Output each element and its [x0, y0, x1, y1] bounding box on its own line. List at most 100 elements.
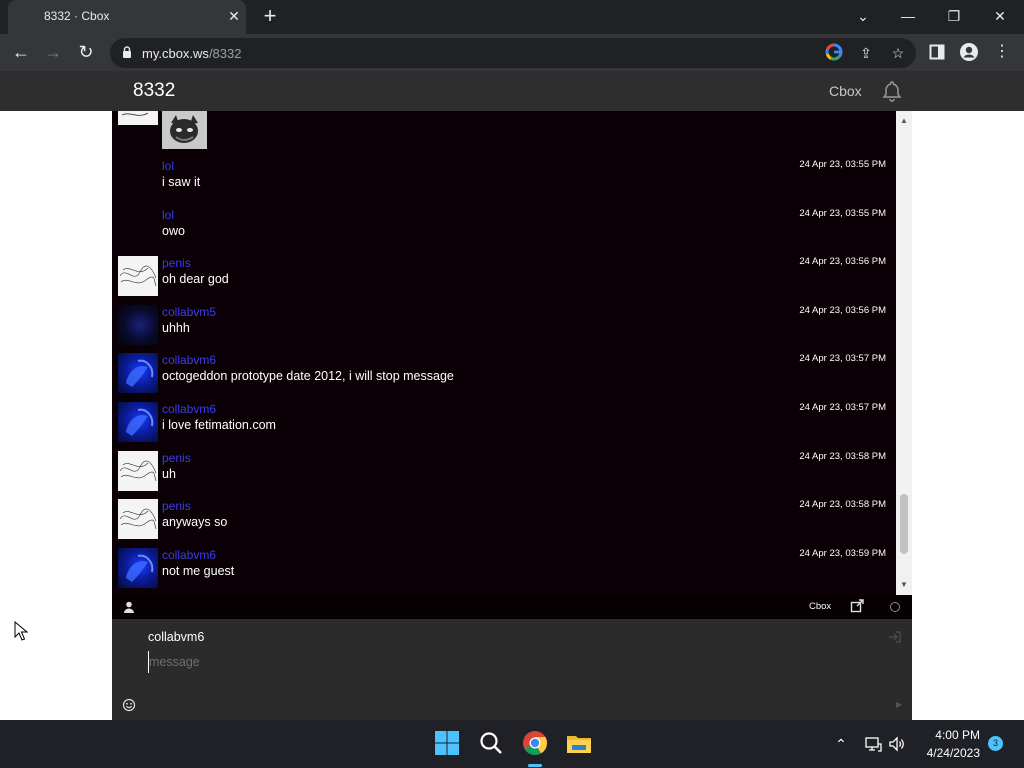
side-panel-icon[interactable]: [925, 40, 949, 64]
chat-message: collabvm6 octogeddon prototype date 2012,…: [112, 351, 896, 397]
message-timestamp: 24 Apr 23, 03:56 PM: [799, 305, 886, 316]
message-text: uh: [162, 467, 176, 481]
lock-icon: [123, 46, 131, 58]
message-username[interactable]: collabvm5: [162, 305, 216, 319]
reload-icon[interactable]: ↻: [73, 39, 99, 65]
message-timestamp: 24 Apr 23, 03:58 PM: [799, 499, 886, 510]
chat-scrollbar[interactable]: ▲ ▼: [896, 111, 912, 595]
message-username[interactable]: collabvm6: [162, 402, 216, 416]
minimize-icon[interactable]: —: [896, 4, 920, 28]
user-avatar[interactable]: [118, 499, 158, 539]
user-avatar[interactable]: [118, 402, 158, 442]
message-username[interactable]: penis: [162, 256, 191, 270]
message-username[interactable]: penis: [162, 451, 191, 465]
volume-icon[interactable]: [887, 734, 907, 754]
message-timestamp: 24 Apr 23, 03:58 PM: [799, 451, 886, 462]
message-text: anyways so: [162, 515, 228, 529]
search-icon[interactable]: [476, 728, 506, 758]
previous-message-avatar: [118, 111, 158, 125]
room-title: 8332: [133, 80, 176, 101]
send-arrow-icon[interactable]: ▶: [894, 700, 904, 710]
chat-message: penis uh 24 Apr 23, 03:58 PM: [112, 449, 896, 495]
message-text: owo: [162, 224, 185, 238]
chrome-icon[interactable]: [520, 728, 550, 758]
popout-icon[interactable]: [850, 599, 864, 613]
browser-toolbar: ← → ↻ my.cbox.ws/8332 ⇪ ☆ ⋮: [0, 34, 1024, 71]
compose-area: collabvm6 ▶: [112, 619, 912, 720]
bell-icon[interactable]: [880, 79, 904, 103]
clock-time[interactable]: 4:00 PM: [918, 728, 980, 742]
back-arrow-icon[interactable]: ←: [8, 39, 34, 65]
chat-message: lol owo 24 Apr 23, 03:55 PM: [112, 206, 896, 252]
menu-kebab-icon[interactable]: ⋮: [990, 40, 1014, 64]
message-text: i saw it: [162, 175, 201, 189]
restore-icon[interactable]: ❐: [942, 4, 966, 28]
message-timestamp: 24 Apr 23, 03:57 PM: [799, 353, 886, 364]
user-avatar[interactable]: [118, 353, 158, 393]
url-text: my.cbox.ws/8332: [142, 46, 242, 61]
message-text: octogeddon prototype date 2012, i will s…: [162, 369, 454, 383]
message-text: i love fetimation.com: [162, 418, 276, 432]
cbox-footer-link[interactable]: Cbox: [809, 601, 831, 612]
active-app-indicator: [528, 764, 542, 767]
tab-search-chevron-icon[interactable]: ⌄: [851, 4, 875, 28]
bookmark-star-icon[interactable]: ☆: [888, 43, 908, 63]
scroll-thumb[interactable]: [900, 494, 908, 554]
browser-tab-strip: 8332 · Cbox ✕ + ⌄ — ❐ ✕: [0, 0, 1024, 34]
forward-arrow-icon[interactable]: →: [40, 39, 66, 65]
address-bar[interactable]: my.cbox.ws/8332 ⇪ ☆: [110, 38, 916, 68]
scroll-down-arrow-icon[interactable]: ▼: [896, 577, 912, 593]
chat-footer: Cbox: [112, 595, 912, 619]
new-tab-icon[interactable]: +: [258, 4, 282, 28]
message-list[interactable]: lol i saw it 24 Apr 23, 03:55 PM lol owo 24 A…: [112, 111, 896, 595]
close-window-icon[interactable]: ✕: [988, 4, 1012, 28]
message-timestamp: 24 Apr 23, 03:55 PM: [799, 159, 886, 170]
message-username[interactable]: lol: [162, 159, 174, 173]
user-avatar[interactable]: [118, 305, 158, 345]
scroll-up-arrow-icon[interactable]: ▲: [896, 113, 912, 129]
message-username[interactable]: collabvm6: [162, 548, 216, 562]
chat-message: collabvm5 uhhh 24 Apr 23, 03:56 PM: [112, 303, 896, 349]
chat-message: penis anyways so 24 Apr 23, 03:58 PM: [112, 497, 896, 543]
tab-title: 8332 · Cbox: [44, 9, 110, 23]
cbox-link[interactable]: Cbox: [829, 83, 862, 99]
message-text: uhhh: [162, 321, 190, 335]
taskbar: ⌃ 4:00 PM 4/24/2023 3: [0, 720, 1024, 768]
sign-out-icon[interactable]: [888, 630, 902, 644]
message-username[interactable]: lol: [162, 208, 174, 222]
connection-status-icon: [890, 602, 900, 612]
share-icon[interactable]: ⇪: [856, 43, 876, 63]
message-timestamp: 24 Apr 23, 03:59 PM: [799, 548, 886, 559]
message-timestamp: 24 Apr 23, 03:55 PM: [799, 208, 886, 219]
message-text: oh dear god: [162, 272, 229, 286]
file-explorer-icon[interactable]: [564, 728, 594, 758]
chat-box: lol i saw it 24 Apr 23, 03:55 PM lol owo 24 A…: [112, 111, 912, 720]
message-username[interactable]: penis: [162, 499, 191, 513]
profile-icon[interactable]: [957, 40, 981, 64]
chat-message: penis oh dear god 24 Apr 23, 03:56 PM: [112, 254, 896, 300]
browser-tab[interactable]: 8332 · Cbox ✕: [8, 0, 246, 34]
chat-message: lol i saw it 24 Apr 23, 03:55 PM: [112, 157, 896, 203]
message-username[interactable]: collabvm6: [162, 353, 216, 367]
notification-badge[interactable]: 3: [988, 736, 1003, 751]
tab-close-icon[interactable]: ✕: [224, 6, 244, 26]
posted-image[interactable]: [162, 111, 207, 149]
emoji-icon[interactable]: [122, 698, 136, 712]
user-avatar[interactable]: [118, 256, 158, 296]
user-avatar[interactable]: [118, 548, 158, 588]
user-icon[interactable]: [122, 600, 136, 614]
compose-username[interactable]: collabvm6: [148, 630, 204, 644]
message-input[interactable]: [148, 651, 888, 673]
windows-start-icon[interactable]: [432, 728, 462, 758]
user-avatar[interactable]: [118, 451, 158, 491]
chat-message: collabvm6 not me guest 24 Apr 23, 03:59 PM: [112, 546, 896, 592]
clock-date[interactable]: 4/24/2023: [918, 746, 980, 760]
google-icon[interactable]: [824, 43, 844, 63]
chat-message: collabvm6 i love fetimation.com 24 Apr 23,…: [112, 400, 896, 446]
site-header: 8332 Cbox: [0, 71, 1024, 111]
message-timestamp: 24 Apr 23, 03:57 PM: [799, 402, 886, 413]
network-icon[interactable]: [863, 734, 883, 754]
tray-overflow-chevron-icon[interactable]: ⌃: [831, 734, 851, 754]
message-timestamp: 24 Apr 23, 03:56 PM: [799, 256, 886, 267]
message-text: not me guest: [162, 564, 235, 578]
